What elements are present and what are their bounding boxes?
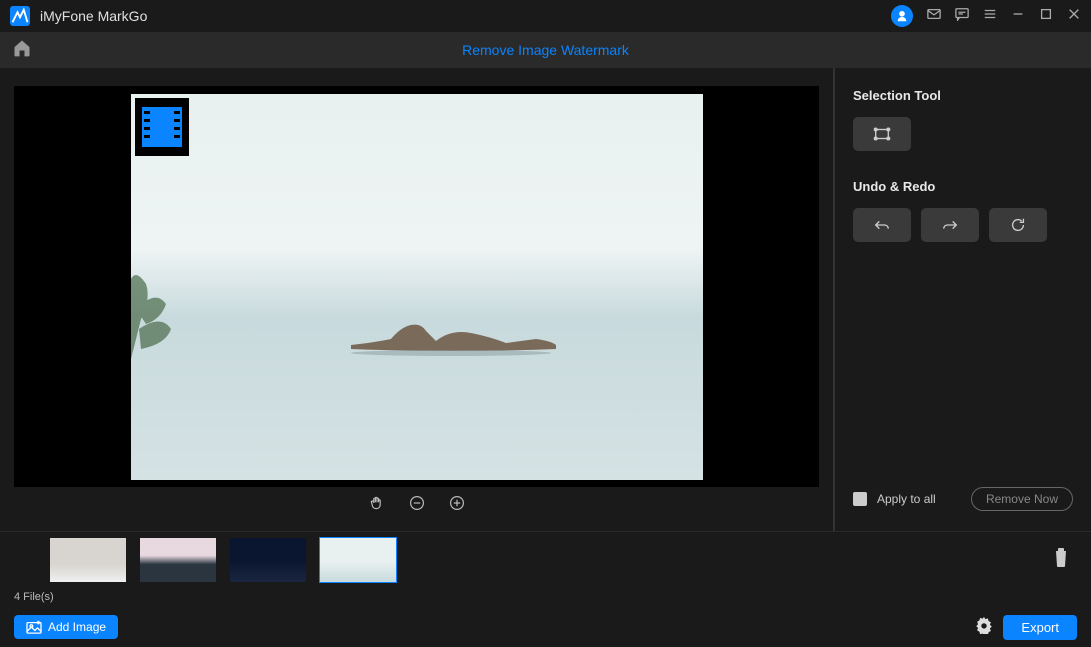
home-button[interactable]: [12, 38, 32, 63]
canvas-area: [0, 68, 833, 531]
account-icon[interactable]: [891, 5, 913, 27]
delete-button[interactable]: [1051, 546, 1071, 573]
toolbar: Remove Image Watermark: [0, 32, 1091, 68]
titlebar: iMyFone MarkGo: [0, 0, 1091, 32]
image-canvas[interactable]: [14, 86, 819, 487]
file-count: 4 File(s): [0, 587, 1091, 607]
menu-icon[interactable]: [983, 7, 997, 26]
rectangle-select-button[interactable]: [853, 117, 911, 151]
add-image-label: Add Image: [48, 620, 106, 634]
reset-button[interactable]: [989, 208, 1047, 242]
export-button[interactable]: Export: [1003, 615, 1077, 640]
thumbnail-0[interactable]: [50, 538, 126, 582]
watermark-logo-icon: [135, 98, 189, 156]
bottom-bar: Add Image Export: [0, 607, 1091, 647]
app-title: iMyFone MarkGo: [40, 8, 147, 24]
apply-all-label: Apply to all: [877, 492, 961, 506]
apply-all-checkbox[interactable]: [853, 492, 867, 506]
feedback-icon[interactable]: [955, 7, 969, 26]
settings-button[interactable]: [975, 616, 993, 639]
undo-button[interactable]: [853, 208, 911, 242]
minimize-icon[interactable]: [1011, 7, 1025, 26]
remove-now-button[interactable]: Remove Now: [971, 487, 1073, 511]
mail-icon[interactable]: [927, 7, 941, 26]
thumbnail-strip: [0, 531, 1091, 587]
undo-redo-title: Undo & Redo: [853, 179, 1073, 194]
thumbnail-1[interactable]: [140, 538, 216, 582]
selection-tool-title: Selection Tool: [853, 88, 1073, 103]
canvas-controls: [14, 487, 819, 523]
redo-button[interactable]: [921, 208, 979, 242]
close-icon[interactable]: [1067, 7, 1081, 26]
app-logo-icon: [10, 6, 30, 26]
thumbnail-3[interactable]: [320, 538, 396, 582]
image-preview: [131, 94, 703, 480]
page-title: Remove Image Watermark: [462, 42, 629, 58]
hand-tool-icon[interactable]: [369, 495, 385, 516]
zoom-in-icon[interactable]: [449, 495, 465, 516]
maximize-icon[interactable]: [1039, 7, 1053, 26]
plant-decoration: [131, 269, 181, 359]
side-panel: Selection Tool Undo & Redo Apply to all …: [833, 68, 1091, 531]
add-image-button[interactable]: Add Image: [14, 615, 118, 639]
figure-decoration: [341, 319, 561, 357]
zoom-out-icon[interactable]: [409, 495, 425, 516]
thumbnail-2[interactable]: [230, 538, 306, 582]
